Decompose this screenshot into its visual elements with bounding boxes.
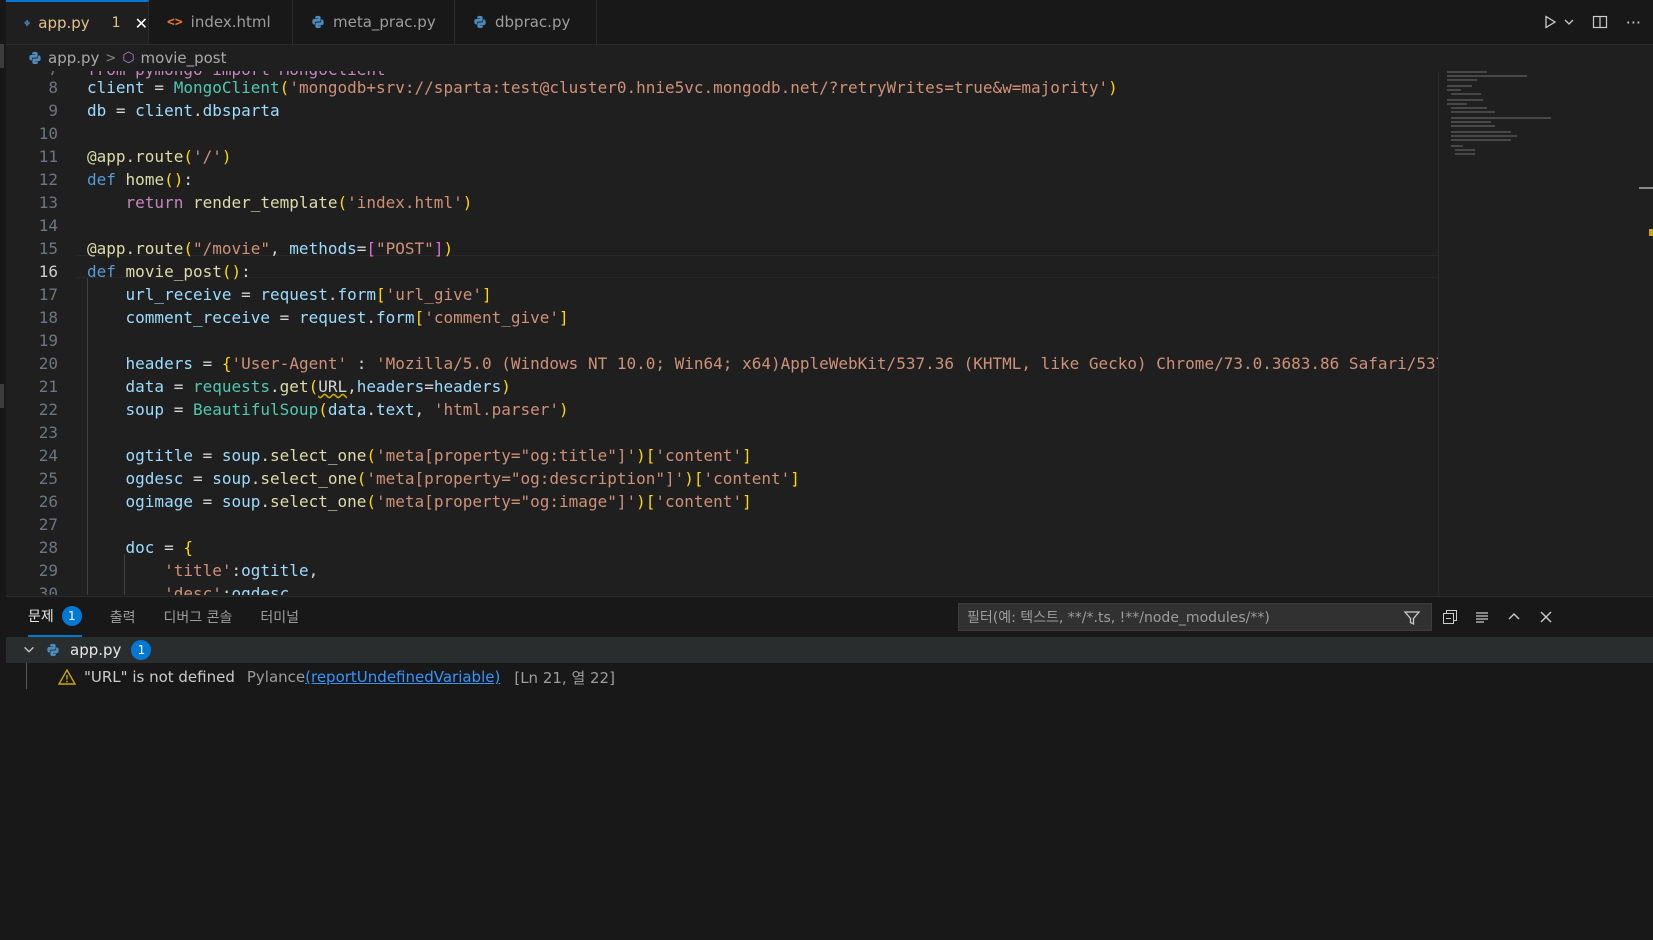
scroll-position-marker: [1639, 187, 1653, 189]
tab-label: index.html: [190, 13, 271, 31]
panel-tabs: 문제 1 출력 디버그 콘솔 터미널: [28, 597, 299, 637]
run-icon[interactable]: [1542, 14, 1558, 30]
problem-file-count: 1: [131, 640, 152, 660]
split-editor-icon[interactable]: [1592, 14, 1608, 30]
problem-code-link[interactable]: (reportUndefinedVariable): [305, 668, 500, 686]
chevron-down-icon[interactable]: [22, 643, 36, 657]
breadcrumb: app.py > ⬡ movie_post: [6, 45, 1653, 71]
breadcrumb-file[interactable]: app.py: [48, 49, 99, 67]
minimap[interactable]: [1438, 71, 1559, 595]
tab-bar: app.py 1 ✕ <> index.html meta_prac.py db…: [6, 0, 1653, 45]
code-editor[interactable]: 7from pymongo import MongoClient 8client…: [6, 71, 1438, 595]
chevron-down-icon[interactable]: [1564, 17, 1574, 27]
chevron-right-icon: >: [105, 50, 117, 66]
activity-mark: [0, 44, 4, 68]
activity-mark: [0, 384, 4, 408]
tab-debug-console[interactable]: 디버그 콘솔: [164, 597, 233, 637]
minimap-line: [1451, 121, 1491, 123]
minimap-line: [1451, 139, 1511, 141]
problem-position: [Ln 21, 열 22]: [514, 668, 615, 687]
tab-output[interactable]: 출력: [110, 597, 136, 637]
bottom-panel: 문제 1 출력 디버그 콘솔 터미널 필터(예: 텍스트, **/*.ts, !…: [6, 596, 1653, 940]
tab-terminal[interactable]: 터미널: [260, 597, 299, 637]
minimap-line: [1451, 131, 1511, 133]
close-icon[interactable]: [1538, 609, 1554, 625]
problem-file-row[interactable]: app.py 1: [6, 637, 1653, 663]
minimap-line: [1451, 93, 1481, 95]
close-icon[interactable]: ✕: [135, 14, 148, 33]
tab-label: meta_prac.py: [333, 13, 436, 31]
tab-index-html[interactable]: <> index.html: [149, 0, 293, 44]
problem-file-name: app.py: [70, 641, 122, 659]
minimap-line: [1447, 75, 1527, 77]
chevron-up-icon[interactable]: [1506, 609, 1522, 625]
minimap-line: [1451, 145, 1463, 147]
filter-icon[interactable]: [1403, 609, 1421, 627]
python-icon: [29, 51, 41, 65]
tab-app-py[interactable]: app.py 1 ✕: [6, 0, 149, 44]
vscode-window: app.py 1 ✕ <> index.html meta_prac.py db…: [6, 0, 1653, 940]
tab-dbprac-py[interactable]: dbprac.py: [455, 0, 597, 44]
minimap-line: [1455, 153, 1475, 155]
panel-actions: [1442, 603, 1554, 631]
python-icon: [47, 643, 59, 657]
problem-message: "URL" is not defined: [84, 668, 235, 686]
tab-label: dbprac.py: [495, 13, 571, 31]
tab-label: app.py: [38, 14, 90, 32]
minimap-line: [1451, 117, 1551, 119]
html-icon: <>: [167, 14, 183, 30]
view-as-list-icon[interactable]: [1474, 609, 1490, 625]
problems-badge: 1: [61, 606, 82, 626]
breadcrumb-symbol[interactable]: movie_post: [141, 49, 227, 67]
problem-item[interactable]: "URL" is not defined Pylance(reportUndef…: [6, 664, 1653, 690]
collapse-all-icon[interactable]: [1442, 609, 1458, 625]
problems-filter-input[interactable]: 필터(예: 텍스트, **/*.ts, !**/node_modules/**): [958, 603, 1432, 631]
minimap-line: [1447, 85, 1472, 87]
minimap-line: [1451, 125, 1495, 127]
undefined-variable-squiggle: URL: [318, 377, 348, 396]
tab-problems[interactable]: 문제 1: [28, 597, 82, 637]
python-icon: [312, 15, 324, 29]
editor-scrollbar[interactable]: [1639, 71, 1653, 595]
minimap-line: [1447, 71, 1487, 73]
minimap-line: [1447, 99, 1483, 101]
minimap-line: [1447, 103, 1467, 105]
filter-placeholder: 필터(예: 텍스트, **/*.ts, !**/node_modules/**): [967, 610, 1270, 626]
warning-icon: [58, 668, 76, 685]
warning-marker: [1649, 229, 1653, 236]
minimap-line: [1451, 135, 1517, 137]
minimap-line: [1455, 149, 1475, 151]
more-actions-icon[interactable]: ···: [1626, 13, 1641, 32]
minimap-line: [1447, 79, 1477, 81]
method-icon: ⬡: [122, 50, 135, 66]
python-icon: [24, 20, 30, 26]
minimap-line: [1451, 111, 1495, 113]
problem-count: 1: [111, 15, 121, 31]
tab-meta-prac-py[interactable]: meta_prac.py: [293, 0, 455, 44]
minimap-line: [1451, 107, 1487, 109]
python-icon: [474, 15, 486, 29]
minimap-line: [1447, 89, 1461, 91]
problem-source: Pylance(reportUndefinedVariable): [246, 668, 501, 686]
editor-actions: ···: [1542, 0, 1641, 44]
